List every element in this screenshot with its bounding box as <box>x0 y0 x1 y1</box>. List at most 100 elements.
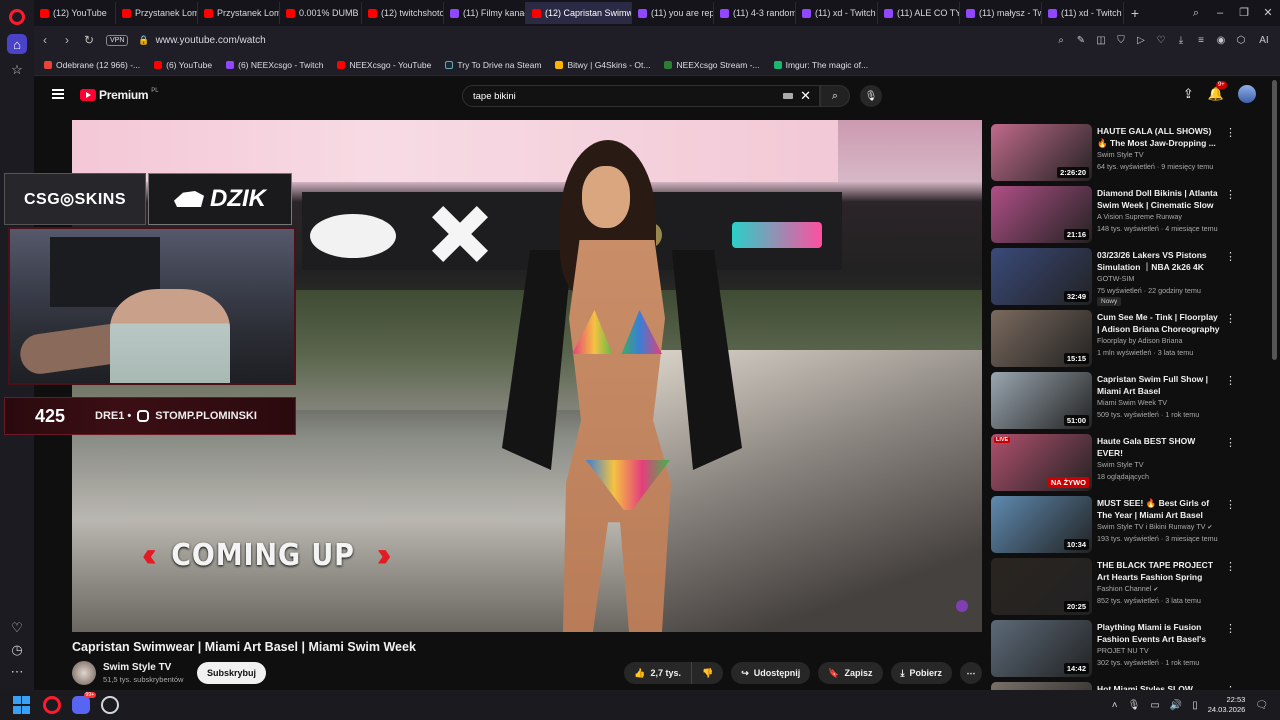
subscribe-button[interactable]: Subskrybuj <box>197 662 267 684</box>
opera-taskbar-icon[interactable] <box>43 696 61 714</box>
recommendation-channel[interactable]: Swim Style TV <box>1097 460 1144 469</box>
history-icon[interactable]: ◷ <box>7 640 27 660</box>
recommendation-item[interactable]: 32:49 03/23/26 Lakers VS Pistons Simulati… <box>990 246 1262 308</box>
more-actions-button[interactable]: ⋯ <box>960 662 982 684</box>
taskbar-clock[interactable]: 22:53 24.03.2026 <box>1208 695 1246 715</box>
video-thumbnail[interactable]: 20:25 <box>991 558 1092 615</box>
recommendation-title[interactable]: HAUTE GALA (ALL SHOWS) 🔥 The Most Jaw-Dr… <box>1097 125 1221 149</box>
opera-logo-icon[interactable] <box>9 9 25 25</box>
browser-tab[interactable]: (11) you are repo <box>632 2 714 24</box>
account-avatar[interactable] <box>1238 85 1256 103</box>
browser-tab[interactable]: (11) ALE CO TY R <box>878 2 960 24</box>
channel-avatar[interactable] <box>72 661 96 685</box>
more-vertical-icon[interactable]: ⋮ <box>1225 312 1236 325</box>
browser-tab[interactable]: (11) Filmy kanału <box>444 2 526 24</box>
more-vertical-icon[interactable]: ⋮ <box>1225 498 1236 511</box>
recommendation-title[interactable]: 03/23/26 Lakers VS Pistons Simulation ｜N… <box>1097 249 1221 273</box>
recommendation-channel[interactable]: GOTW-SIM <box>1097 274 1134 283</box>
browser-tab[interactable]: (11) xd - Twitch <box>796 2 878 24</box>
extensions-icon[interactable]: ⬡ <box>1234 35 1248 46</box>
video-thumbnail[interactable]: 15:15 <box>991 310 1092 367</box>
ai-icon[interactable]: AI <box>1254 35 1274 46</box>
lens-icon[interactable]: ⌕ <box>1054 35 1068 46</box>
video-thumbnail[interactable]: NA ŻYWO LIVE <box>991 434 1092 491</box>
browser-tab[interactable]: (12) YouTube <box>34 2 116 24</box>
browser-tab[interactable]: Przystanek Lomb <box>198 2 280 24</box>
recommendation-title[interactable]: Diamond Doll Bikinis | Atlanta Swim Week… <box>1097 187 1221 211</box>
more-icon[interactable]: ⋯ <box>7 662 27 682</box>
browser-tab[interactable]: 0.001% DUMB M <box>280 2 362 24</box>
close-icon[interactable]: ✕ <box>1256 0 1280 26</box>
battery-icon[interactable]: ▯ <box>1192 700 1198 711</box>
menu-icon[interactable]: ≡ <box>1194 35 1208 46</box>
url-field[interactable]: 🔒 www.youtube.com/watch <box>138 35 265 46</box>
browser-tab[interactable]: (12) twitchshoto <box>362 2 444 24</box>
profile-icon[interactable]: ◉ <box>1214 35 1228 46</box>
recommendation-item[interactable]: 20:25 THE BLACK TAPE PROJECT Art Hearts F… <box>990 556 1262 618</box>
more-vertical-icon[interactable]: ⋮ <box>1225 374 1236 387</box>
bookmark-item[interactable]: NEEXcsgo - YouTube <box>337 60 431 70</box>
browser-tab[interactable]: (11) xd - Twitch <box>1042 2 1124 24</box>
recommendation-channel[interactable]: A Vision Supreme Runway <box>1097 212 1182 221</box>
browser-tab[interactable]: (12) Capristan Swimw <box>526 2 632 24</box>
hamburger-menu-icon[interactable] <box>52 89 64 99</box>
recommendation-item[interactable]: NA ŻYWO LIVE Haute Gala BEST SHOW EVER! Swi… <box>990 432 1262 494</box>
keyboard-icon[interactable] <box>783 93 793 99</box>
bookmark-item[interactable]: Imgur: The magic of... <box>773 60 868 70</box>
bookmark-item[interactable]: NEEXcsgo Stream -... <box>664 60 760 70</box>
new-tab-button[interactable]: + <box>1124 5 1146 21</box>
recommendation-channel[interactable]: Fashion Channel ✔ <box>1097 584 1158 593</box>
more-vertical-icon[interactable]: ⋮ <box>1225 560 1236 573</box>
recommendation-item[interactable]: 10:34 MUST SEE! 🔥 Best Girls of The Year … <box>990 494 1262 556</box>
video-thumbnail[interactable]: 2:26:20 <box>991 124 1092 181</box>
bookmark-item[interactable]: (6) NEEXcsgo - Twitch <box>226 60 323 70</box>
video-thumbnail[interactable]: 32:49 <box>991 248 1092 305</box>
notifications-icon[interactable]: 🗨 <box>1255 700 1268 711</box>
bookmark-item[interactable]: Try To Drive na Steam <box>445 60 541 70</box>
bell-icon[interactable]: 🔔 9+ <box>1208 81 1227 102</box>
more-vertical-icon[interactable]: ⋮ <box>1225 250 1236 263</box>
video-thumbnail[interactable] <box>991 682 1092 690</box>
search-tabs-icon[interactable]: ⌕ <box>1184 0 1208 26</box>
back-icon[interactable]: ‹ <box>34 33 56 47</box>
share-button[interactable]: ↪ Udostępnij <box>731 662 811 684</box>
bookmark-item[interactable]: Odebrane (12 966) -... <box>44 60 140 70</box>
download-button[interactable]: ⤓ Pobierz <box>890 662 952 684</box>
recommendation-channel[interactable]: Swim Style TV i Bikini Runway TV ✔ <box>1097 522 1212 531</box>
minimize-icon[interactable]: – <box>1208 0 1232 26</box>
volume-icon[interactable]: 🔊 <box>1170 700 1182 711</box>
recommendation-title[interactable]: Plaything Miami is Fusion Fashion Events… <box>1097 621 1221 645</box>
recommendation-item[interactable]: 21:16 Diamond Doll Bikinis | Atlanta Swim… <box>990 184 1262 246</box>
recommendation-title[interactable]: Hot Miami Styles SLOW ... <box>1097 683 1221 690</box>
camera-icon[interactable]: ◫ <box>1094 35 1108 46</box>
reload-icon[interactable]: ↻ <box>78 33 100 47</box>
recommendation-channel[interactable]: Swim Style TV <box>1097 150 1144 159</box>
youtube-logo[interactable]: Premium PL <box>80 88 159 102</box>
forward-icon[interactable]: › <box>56 33 78 47</box>
network-icon[interactable]: ▭ <box>1150 700 1159 711</box>
browser-tab[interactable]: (11) 4-3 random <box>714 2 796 24</box>
recommendation-item[interactable]: 51:00 Capristan Swim Full Show | Miami Ar… <box>990 370 1262 432</box>
search-input[interactable]: tape bikini ✕ <box>462 85 820 107</box>
shield-icon[interactable]: ⛉ <box>1114 35 1128 46</box>
tray-chevron-icon[interactable]: ˄ <box>1112 700 1118 711</box>
download-icon[interactable]: ⤓ <box>1174 35 1188 46</box>
discord-taskbar-icon[interactable]: 99+ <box>72 692 96 714</box>
recommendation-channel[interactable]: Miami Swim Week TV <box>1097 398 1167 407</box>
browser-tab[interactable]: (11) małysz - Twi <box>960 2 1042 24</box>
heart-icon[interactable]: ♡ <box>7 618 27 638</box>
search-button[interactable]: ⌕ <box>820 85 850 107</box>
video-thumbnail[interactable]: 10:34 <box>991 496 1092 553</box>
video-thumbnail[interactable]: 21:16 <box>991 186 1092 243</box>
more-vertical-icon[interactable]: ⋮ <box>1225 126 1236 139</box>
voice-search-button[interactable]: 🎙 <box>860 85 882 107</box>
steam-taskbar-icon[interactable] <box>101 696 119 714</box>
recommendation-item[interactable]: 14:42 Plaything Miami is Fusion Fashion E… <box>990 618 1262 680</box>
bookmark-item[interactable]: (6) YouTube <box>154 60 212 70</box>
upload-icon[interactable]: ⇪ <box>1183 86 1194 102</box>
recommendation-title[interactable]: THE BLACK TAPE PROJECT Art Hearts Fashio… <box>1097 559 1221 583</box>
like-button[interactable]: 👍 2,7 tys. <box>624 662 692 684</box>
video-thumbnail[interactable]: 51:00 <box>991 372 1092 429</box>
dislike-button[interactable]: 👎 <box>692 662 724 684</box>
more-vertical-icon[interactable]: ⋮ <box>1225 622 1236 635</box>
